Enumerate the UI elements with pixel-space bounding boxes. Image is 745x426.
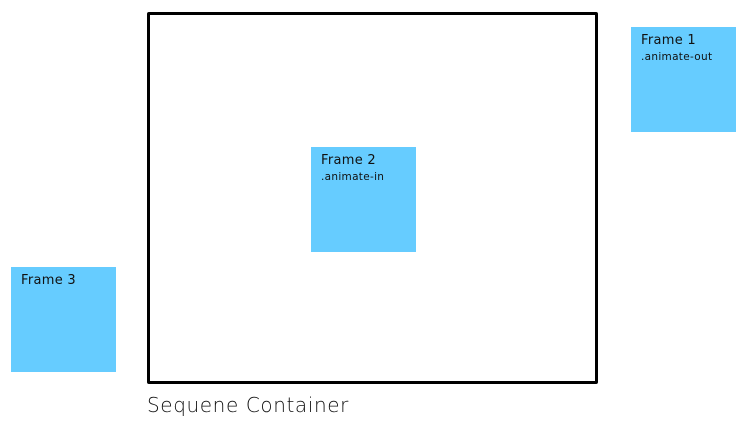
frame-2-title: Frame 2: [321, 153, 377, 168]
frame-3-title: Frame 3: [21, 273, 77, 288]
frame-3: Frame 3: [11, 267, 116, 372]
frame-2-class-label: .animate-in: [321, 171, 385, 183]
frame-2: Frame 2 .animate-in: [311, 147, 416, 252]
frame-1-title: Frame 1: [641, 33, 697, 48]
frame-1-class-label: .animate-out: [641, 51, 713, 63]
frame-1: Frame 1 .animate-out: [631, 27, 736, 132]
container-caption: Sequene Container: [147, 393, 349, 417]
